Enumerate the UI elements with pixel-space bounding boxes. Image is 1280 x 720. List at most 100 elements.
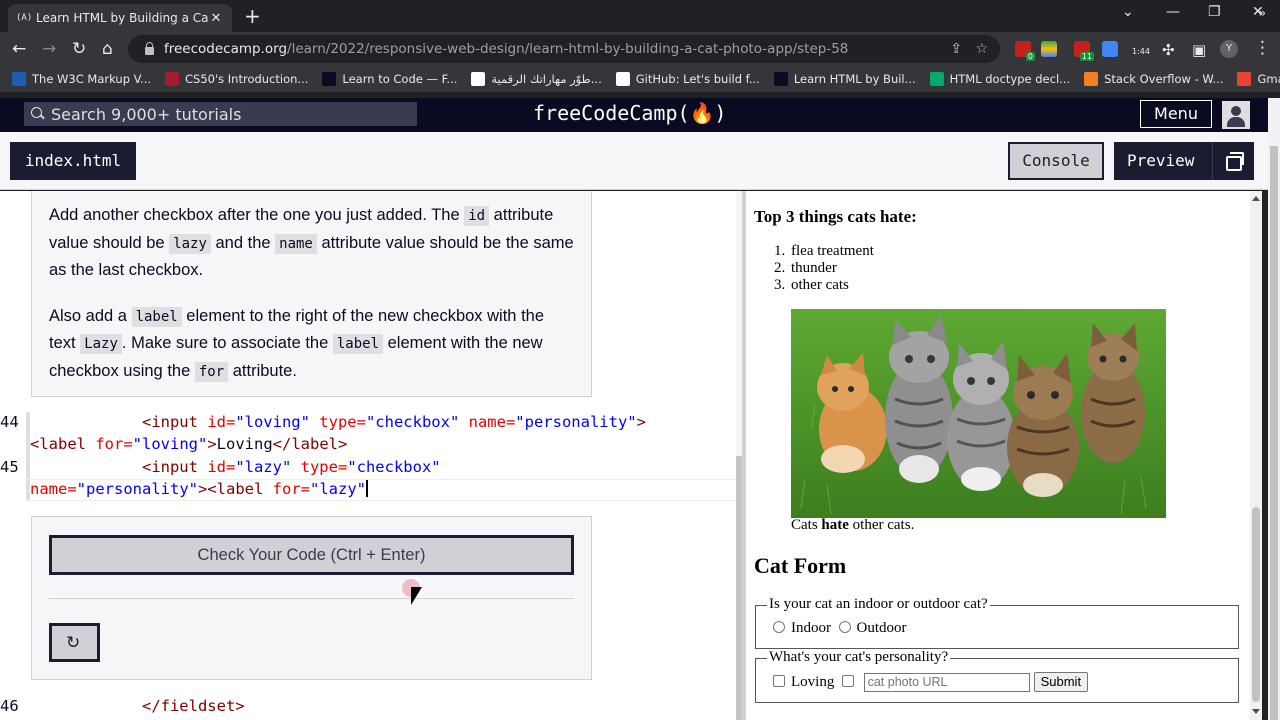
preview-label: Preview [1127, 151, 1195, 170]
extension-icon-2[interactable] [1041, 41, 1057, 57]
more-bookmarks-icon[interactable]: » [1259, 6, 1266, 20]
w3schools-icon [929, 72, 944, 86]
scroll-down-icon[interactable] [1252, 709, 1260, 714]
cat-photo-url-input[interactable]: cat photo URL [863, 673, 1030, 692]
page-scrollbar-thumb[interactable] [1270, 146, 1278, 720]
loving-label[interactable]: Loving [791, 674, 834, 690]
back-icon[interactable]: ← [12, 39, 26, 59]
code-line-44b[interactable]: <label for="loving">Loving</label> [30, 435, 347, 453]
browser-tab-strip: (A) Learn HTML by Building a Cat Ph ✕ + … [0, 0, 1280, 32]
bookmark-item[interactable]: CS50's Introduction... [165, 72, 308, 86]
fieldset-legend-1: Is your cat an indoor or outdoor cat? [767, 596, 990, 613]
github-icon [615, 72, 630, 86]
line-number-46: 46 [0, 697, 19, 715]
fcc-icon [322, 72, 337, 86]
bookmark-item[interactable]: Gmail [1237, 72, 1280, 86]
reload-icon[interactable]: ↻ [72, 39, 86, 59]
share-and-star-icons[interactable]: ⇪ ☆ [950, 41, 988, 57]
bookmark-label: طوّر مهاراتك الرقمية... [491, 72, 602, 86]
bookmark-label: CS50's Introduction... [185, 72, 309, 86]
translate-extension-icon[interactable] [1102, 41, 1118, 57]
reset-button[interactable]: ↻ [49, 623, 100, 662]
browser-tab-active[interactable]: (A) Learn HTML by Building a Cat Ph ✕ [8, 4, 232, 32]
address-bar[interactable]: freecodecamp.org/learn/2022/responsive-w… [128, 35, 1000, 63]
new-tab-icon[interactable]: + [244, 5, 261, 27]
indoor-radio[interactable] [773, 621, 785, 633]
line-number-44: 44 [0, 413, 19, 431]
home-icon[interactable]: ⌂ [102, 39, 113, 59]
bookmark-label: Learn HTML by Buil... [793, 72, 916, 86]
bookmark-label: Learn to Code — F... [342, 72, 458, 86]
lock-icon[interactable] [142, 42, 162, 56]
clock-extension-icon[interactable]: 1:44 [1132, 41, 1150, 57]
tab-search-icon[interactable]: ⌄ [1122, 4, 1134, 20]
editor-pane: Add another checkbox after the one you j… [0, 191, 742, 720]
reset-icon: ↻ [66, 633, 81, 653]
line-number-45: 45 [0, 458, 19, 476]
chrome-menu-icon[interactable]: ⋮ [1254, 38, 1271, 58]
user-avatar-icon[interactable] [1222, 101, 1250, 129]
profile-avatar[interactable]: Y [1220, 40, 1238, 58]
fcc-search-input[interactable]: Search 9,000+ tutorials [24, 102, 417, 126]
bookmark-item[interactable]: Learn HTML by Buil... [773, 72, 916, 86]
bookmark-item[interactable]: HTML doctype decl... [929, 72, 1071, 86]
kittens-photo[interactable] [791, 309, 1166, 518]
submit-button[interactable]: Submit [1033, 672, 1089, 692]
minimize-icon[interactable]: — [1166, 4, 1180, 20]
page-scrollbar[interactable] [1268, 98, 1280, 720]
hate-list-item: 3. other cats [774, 277, 849, 293]
code-line-45b[interactable]: name="personality"><label for="lazy" [30, 480, 369, 498]
close-tab-icon[interactable]: ✕ [208, 11, 224, 26]
action-divider [49, 598, 574, 599]
preview-scrollbar-thumb[interactable] [1252, 507, 1260, 702]
code-line-46[interactable]: </fieldset> [30, 697, 245, 715]
extension-icon-3[interactable]: 11 [1074, 41, 1094, 61]
browser-toolbar: ← → ↻ ⌂ freecodecamp.org/learn/2022/resp… [0, 32, 1280, 66]
fcc-navbar: Search 9,000+ tutorials freeCodeCamp(🔥) … [0, 98, 1268, 132]
photo-caption: Cats hate other cats. [791, 517, 915, 533]
w3c-icon [12, 72, 26, 86]
check-your-code-button[interactable]: Check Your Code (Ctrl + Enter) [49, 535, 574, 575]
extensions-puzzle-icon[interactable]: ✣ [1162, 40, 1175, 60]
lazy-checkbox[interactable] [841, 675, 854, 687]
loving-checkbox[interactable] [773, 675, 785, 687]
scroll-up-icon[interactable] [1252, 196, 1260, 201]
forward-icon[interactable]: → [42, 39, 56, 59]
file-tab-index-html[interactable]: index.html [10, 142, 136, 180]
bookmark-label: HTML doctype decl... [949, 72, 1071, 86]
stackoverflow-icon [1084, 72, 1099, 86]
extension-icon-1[interactable]: 0 [1015, 41, 1035, 61]
instructions-panel: Add another checkbox after the one you j… [31, 191, 592, 397]
bookmark-item[interactable]: Learn to Code — F... [322, 72, 457, 86]
url-host: freecodecamp.org [164, 41, 288, 57]
menu-button[interactable]: Menu [1140, 100, 1212, 128]
outdoor-label[interactable]: Outdoor [857, 620, 907, 636]
outdoor-radio[interactable] [838, 621, 851, 633]
fcc-logo[interactable]: freeCodeCamp(🔥) [533, 101, 726, 125]
preview-button[interactable]: Preview [1114, 142, 1254, 180]
editor-header: index.html Console Preview [0, 132, 1268, 190]
bookmark-item[interactable]: طوّر مهاراتك الرقمية... [471, 72, 602, 86]
bookmark-item[interactable]: The W3C Markup V... [12, 72, 151, 86]
restore-icon[interactable]: ❐ [1208, 4, 1221, 20]
search-icon [30, 106, 46, 122]
mouse-pointer-icon [411, 587, 422, 605]
browser-tab-title: Learn HTML by Building a Cat Ph [36, 11, 208, 25]
side-panel-icon[interactable]: ▣ [1192, 40, 1206, 60]
cs50-icon [165, 72, 180, 86]
console-button[interactable]: Console [1008, 142, 1104, 180]
checkbox-row: Loving cat photo URL Submit [773, 672, 1089, 692]
preview-scrollbar[interactable] [1250, 191, 1262, 720]
radio-row: Indoor Outdoor [773, 620, 907, 637]
popout-preview-icon[interactable] [1212, 142, 1254, 180]
bookmark-label: Stack Overflow - W... [1104, 72, 1224, 86]
kittens-image [791, 309, 1166, 518]
bookmark-item[interactable]: GitHub: Let's build f... [615, 72, 760, 86]
code-line-44a[interactable]: <input id="loving" type="checkbox" name=… [30, 413, 646, 431]
code-line-45a[interactable]: <input id="lazy" type="checkbox" [30, 458, 441, 476]
bookmarks-bar: The W3C Markup V... CS50's Introduction..… [0, 66, 1280, 92]
indoor-label[interactable]: Indoor [791, 620, 831, 636]
bookmark-item[interactable]: Stack Overflow - W... [1084, 72, 1223, 86]
fcc-icon [773, 72, 788, 86]
google-icon [471, 72, 486, 86]
